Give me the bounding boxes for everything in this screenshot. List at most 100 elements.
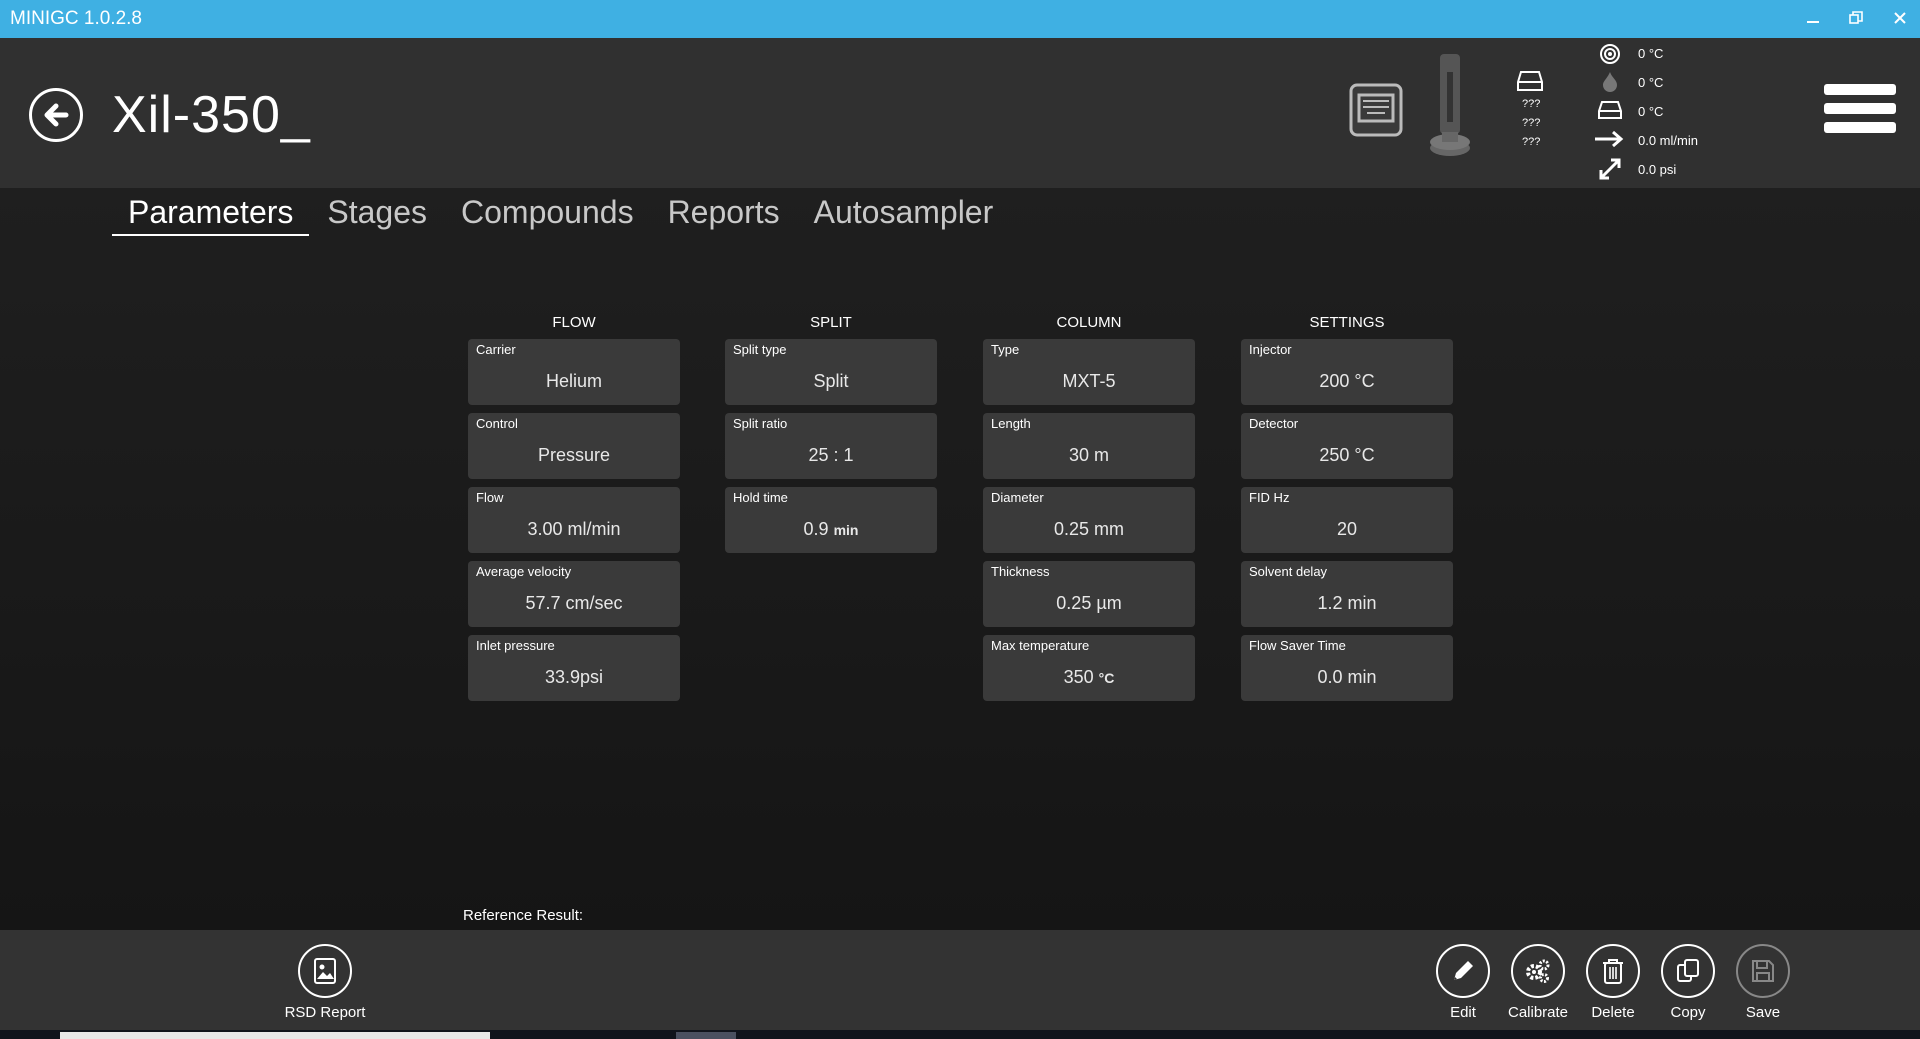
hold-time-number: 0.9: [803, 519, 829, 539]
split-ratio-field[interactable]: Split ratio 25 : 1: [725, 413, 937, 479]
injector-status-icon: [1598, 101, 1622, 119]
title-bar: MINIGC 1.0.2.8: [0, 0, 1920, 38]
menu-button[interactable]: [1824, 84, 1896, 144]
split-type-label: Split type: [733, 342, 787, 357]
footer-toolbar: RSD Report Edit Calibrate Delete Copy Sa…: [0, 930, 1920, 1030]
carrier-field[interactable]: Carrier Helium: [468, 339, 680, 405]
max-temperature-unit: °C: [1098, 670, 1115, 686]
carrier-value: Helium: [545, 371, 602, 391]
flow-heading: FLOW: [552, 314, 596, 331]
window-title: MINIGC 1.0.2.8: [10, 8, 142, 29]
length-label: Length: [991, 416, 1031, 431]
gears-icon: [1526, 959, 1550, 983]
settings-heading: SETTINGS: [1309, 314, 1385, 331]
flow-value: 3.00 ml/min: [527, 519, 621, 539]
unknown-value-1: ???: [1522, 98, 1541, 110]
thickness-value: 0.25 µm: [1056, 593, 1122, 613]
hamburger-icon-bar: [1824, 84, 1896, 95]
solvent-delay-field[interactable]: Solvent delay 1.2 min: [1241, 561, 1453, 627]
hold-time-value: 0.9 min: [725, 519, 937, 540]
solvent-delay-value: 1.2 min: [1317, 593, 1377, 613]
column-type-field[interactable]: Type MXT-5: [983, 339, 1195, 405]
delete-circle: [1586, 944, 1640, 998]
rsd-report-button[interactable]: RSD Report: [280, 944, 370, 1021]
arrow-left-icon: [44, 103, 69, 127]
save-label: Save: [1745, 1004, 1781, 1021]
taskbar-search-box[interactable]: [60, 1032, 490, 1039]
injector-icon: [1517, 71, 1543, 91]
reference-result-label: Reference Result:: [463, 907, 584, 924]
control-field[interactable]: Control Pressure: [468, 413, 680, 479]
expand-arrow-icon: [1599, 158, 1621, 180]
target-icon: [1600, 44, 1620, 64]
control-label: Control: [476, 416, 518, 431]
split-type-value: Split: [813, 371, 849, 391]
tab-stages[interactable]: Stages: [311, 188, 443, 236]
inlet-pressure-field[interactable]: Inlet pressure 33.9psi: [468, 635, 680, 701]
rsd-report-label: RSD Report: [284, 1004, 366, 1021]
thickness-field[interactable]: Thickness 0.25 µm: [983, 561, 1195, 627]
detector-value: 250 °C: [1319, 445, 1375, 465]
carrier-label: Carrier: [476, 342, 516, 357]
restore-icon: [1849, 11, 1863, 24]
flow-status-value: 0.0 ml/min: [1638, 133, 1698, 148]
main-content: Parameters Stages Compounds Reports Auto…: [0, 188, 1920, 930]
split-ratio-value: 25 : 1: [808, 445, 854, 465]
header: Xil-350_ ??? ??? ??? 0 °C 0 °C 0 °C 0.0 …: [0, 38, 1920, 188]
column-oven-icon: [1430, 54, 1470, 156]
flame-icon: [1603, 72, 1617, 92]
tab-parameters[interactable]: Parameters: [112, 188, 310, 236]
back-button[interactable]: [29, 88, 83, 142]
average-velocity-field[interactable]: Average velocity 57.7 cm/sec: [468, 561, 680, 627]
injector-label: Injector: [1249, 342, 1292, 357]
unknown-value-3: ???: [1522, 136, 1541, 148]
average-velocity-value: 57.7 cm/sec: [525, 593, 623, 613]
flow-label: Flow: [476, 490, 504, 505]
solvent-delay-label: Solvent delay: [1249, 564, 1328, 579]
pressure-status-value: 0.0 psi: [1638, 162, 1677, 177]
tab-autosampler[interactable]: Autosampler: [798, 188, 1010, 236]
length-field[interactable]: Length 30 m: [983, 413, 1195, 479]
detector-field[interactable]: Detector 250 °C: [1241, 413, 1453, 479]
injector-value: 200 °C: [1319, 371, 1375, 391]
oven-temp-value: 0 °C: [1638, 46, 1664, 61]
tab-bar: Parameters Stages Compounds Reports Auto…: [112, 188, 1011, 240]
flow-field[interactable]: Flow 3.00 ml/min: [468, 487, 680, 553]
split-type-field[interactable]: Split type Split: [725, 339, 937, 405]
split-section: SPLIT Split type Split Split ratio 25 : …: [725, 314, 937, 561]
flow-section: FLOW Carrier Helium Control Pressure Flo…: [468, 314, 680, 709]
trash-icon: [1603, 959, 1623, 984]
diameter-value: 0.25 mm: [1053, 519, 1125, 539]
diameter-label: Diameter: [991, 490, 1044, 505]
unknown-value-2: ???: [1522, 117, 1541, 129]
thickness-label: Thickness: [991, 564, 1050, 579]
restore-button[interactable]: [1841, 6, 1871, 32]
taskbar-app-item[interactable]: [676, 1032, 736, 1039]
max-temperature-value: 350 °C: [983, 667, 1195, 688]
edit-circle: [1436, 944, 1490, 998]
average-velocity-label: Average velocity: [476, 564, 572, 579]
detector-temp-value: 0 °C: [1638, 75, 1664, 90]
column-type-value: MXT-5: [1062, 371, 1116, 391]
hold-time-field[interactable]: Hold time 0.9 min: [725, 487, 937, 553]
tab-compounds[interactable]: Compounds: [445, 188, 650, 236]
network-icon: [1349, 83, 1403, 137]
flow-saver-time-value: 0.0 min: [1317, 667, 1377, 687]
diameter-field[interactable]: Diameter 0.25 mm: [983, 487, 1195, 553]
injector-field[interactable]: Injector 200 °C: [1241, 339, 1453, 405]
save-button[interactable]: Save: [1718, 944, 1808, 1021]
fid-hz-field[interactable]: FID Hz 20: [1241, 487, 1453, 553]
copy-circle: [1661, 944, 1715, 998]
close-button[interactable]: [1885, 6, 1915, 32]
length-value: 30 m: [1068, 445, 1110, 465]
max-temperature-field[interactable]: Max temperature 350 °C: [983, 635, 1195, 701]
minimize-button[interactable]: [1798, 6, 1828, 32]
flow-saver-time-label: Flow Saver Time: [1249, 638, 1346, 653]
hamburger-icon-bar: [1824, 122, 1896, 133]
tab-reports[interactable]: Reports: [652, 188, 796, 236]
control-value: Pressure: [537, 445, 611, 465]
column-heading: COLUMN: [1056, 314, 1122, 331]
column-type-label: Type: [991, 342, 1020, 357]
flow-saver-time-field[interactable]: Flow Saver Time 0.0 min: [1241, 635, 1453, 701]
settings-section: SETTINGS Injector 200 °C Detector 250 °C…: [1241, 314, 1453, 709]
